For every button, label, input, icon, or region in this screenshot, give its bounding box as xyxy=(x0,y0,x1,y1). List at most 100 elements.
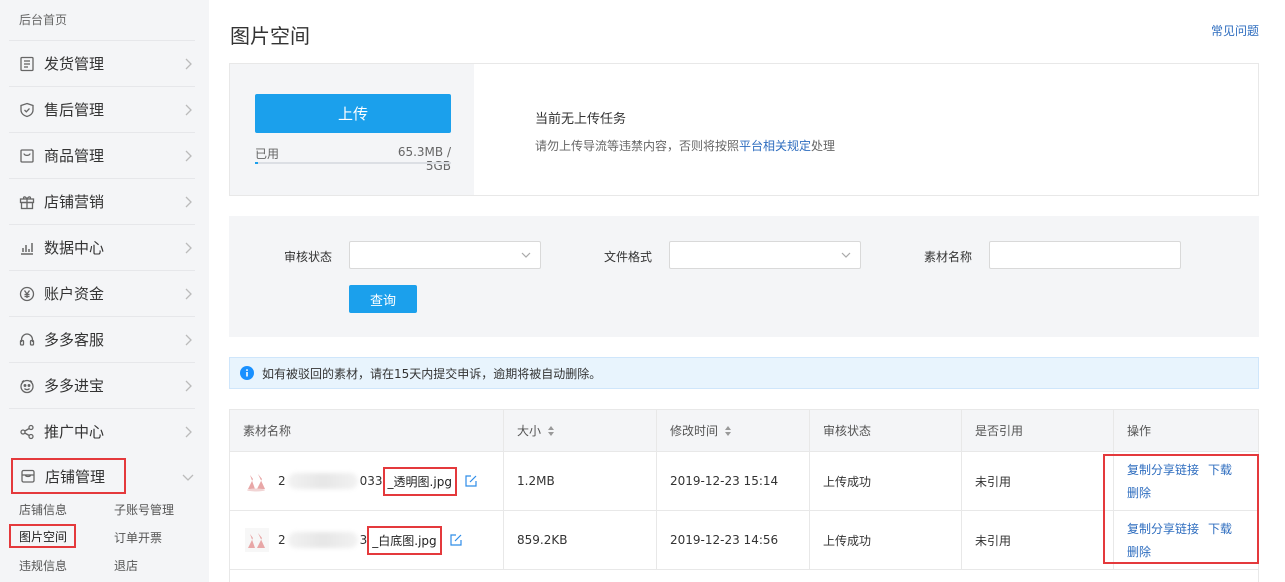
sidebar-item-label: 店铺营销 xyxy=(44,191,104,212)
used-value: 65.3MB / 5GB xyxy=(370,145,451,173)
sidebar-item-goods[interactable]: 商品管理 xyxy=(9,132,195,178)
material-name-label: 素材名称 xyxy=(924,248,972,265)
redacted-text xyxy=(288,473,358,489)
platform-rules-link[interactable]: 平台相关规定 xyxy=(739,139,811,153)
info-banner: 如有被驳回的素材，请在15天内提交申诉，逾期将被自动删除。 xyxy=(229,357,1259,389)
chevron-right-icon xyxy=(181,103,195,117)
chevron-down-icon xyxy=(841,250,851,260)
table-header: 素材名称 大小 修改时间 审核状态 是否引用 操作 xyxy=(229,409,1259,452)
upload-status: 当前无上传任务 xyxy=(535,108,626,127)
sidebar-item-duoduo-jinbao[interactable]: 多多进宝 xyxy=(9,362,195,408)
chevron-down-icon xyxy=(181,470,195,484)
material-name-input[interactable] xyxy=(989,241,1181,269)
notice-prefix: 请勿上传导流等违禁内容，否则将按照 xyxy=(535,139,739,153)
column-referenced: 是否引用 xyxy=(962,410,1114,451)
image-thumbnail[interactable] xyxy=(245,528,269,552)
gift-icon xyxy=(18,193,36,211)
cell-review-status: 上传成功 xyxy=(810,511,962,569)
column-modified-time[interactable]: 修改时间 xyxy=(657,410,810,451)
cell-name: 23_白底图.jpg xyxy=(230,511,504,569)
shield-icon xyxy=(18,101,36,119)
sidebar-item-label: 店铺管理 xyxy=(45,466,105,487)
page-title: 图片空间 xyxy=(230,20,310,49)
filter-panel: 审核状态 文件格式 素材名称 查询 xyxy=(229,216,1259,337)
share-icon xyxy=(18,423,36,441)
submenu-order-invoice[interactable]: 订单开票 xyxy=(114,529,162,546)
info-text: 如有被驳回的素材，请在15天内提交申诉，逾期将被自动删除。 xyxy=(262,365,601,382)
chevron-down-icon xyxy=(521,250,531,260)
yen-icon xyxy=(18,285,36,303)
cell-referenced: 未引用 xyxy=(962,452,1114,510)
info-icon xyxy=(240,366,254,380)
chevron-right-icon xyxy=(181,195,195,209)
chevron-right-icon xyxy=(181,287,195,301)
submenu-violations[interactable]: 违规信息 xyxy=(19,557,67,574)
sidebar-item-customer-service[interactable]: 多多客服 xyxy=(9,316,195,362)
review-status-label: 审核状态 xyxy=(284,248,332,265)
column-size[interactable]: 大小 xyxy=(504,410,657,451)
bar-chart-icon xyxy=(18,239,36,257)
chevron-right-icon xyxy=(181,241,195,255)
upload-button[interactable]: 上传 xyxy=(255,94,451,133)
sidebar-item-label: 商品管理 xyxy=(44,145,104,166)
table-row xyxy=(229,570,1259,582)
sort-icon[interactable] xyxy=(724,425,732,437)
app: 后台首页 发货管理 售后管理 商品管理 店铺营销 xyxy=(0,0,1285,582)
file-name-highlight: _透明图.jpg xyxy=(383,467,457,496)
sidebar-item-funds[interactable]: 账户资金 xyxy=(9,270,195,316)
faq-link[interactable]: 常见问题 xyxy=(1211,22,1259,39)
upload-panel: 上传 已用 65.3MB / 5GB 当前无上传任务 请勿上传导流等违禁内容，否… xyxy=(229,63,1259,196)
actions-highlight-box xyxy=(1103,454,1259,564)
cell-referenced: 未引用 xyxy=(962,511,1114,569)
sidebar-menu: 发货管理 售后管理 商品管理 店铺营销 数据中心 xyxy=(9,40,195,498)
submenu-store-info[interactable]: 店铺信息 xyxy=(19,501,67,518)
redacted-text xyxy=(288,532,358,548)
list-icon xyxy=(18,55,36,73)
review-status-select[interactable] xyxy=(349,241,541,269)
store-icon xyxy=(19,467,37,485)
submenu-close-store[interactable]: 退店 xyxy=(114,557,138,574)
sidebar-item-data-center[interactable]: 数据中心 xyxy=(9,224,195,270)
edit-icon[interactable] xyxy=(464,474,478,488)
upload-quota-area: 上传 已用 65.3MB / 5GB xyxy=(230,64,474,195)
cell-size: 859.2KB xyxy=(504,511,657,569)
chevron-right-icon xyxy=(181,333,195,347)
column-name: 素材名称 xyxy=(230,410,504,451)
cell-modified-time: 2019-12-23 14:56 xyxy=(657,511,810,569)
file-name: 23_白底图.jpg xyxy=(278,526,442,555)
notice-suffix: 处理 xyxy=(811,139,835,153)
storage-progress-fill xyxy=(255,162,258,164)
query-button[interactable]: 查询 xyxy=(349,285,417,313)
box-icon xyxy=(18,147,36,165)
file-name: 2033_透明图.jpg xyxy=(278,467,457,496)
chevron-right-icon xyxy=(181,379,195,393)
sidebar-item-label: 推广中心 xyxy=(44,421,104,442)
chevron-right-icon xyxy=(181,57,195,71)
sidebar-item-label: 数据中心 xyxy=(44,237,104,258)
sidebar-item-promotion[interactable]: 推广中心 xyxy=(9,408,195,454)
sidebar-item-label: 售后管理 xyxy=(44,99,104,120)
column-actions: 操作 xyxy=(1114,410,1258,451)
smile-icon xyxy=(18,377,36,395)
edit-icon[interactable] xyxy=(449,533,463,547)
cell-modified-time: 2019-12-23 15:14 xyxy=(657,452,810,510)
sidebar-item-aftersale[interactable]: 售后管理 xyxy=(9,86,195,132)
sidebar-home-link[interactable]: 后台首页 xyxy=(19,11,67,28)
chevron-right-icon xyxy=(181,149,195,163)
sidebar-item-label: 发货管理 xyxy=(44,53,104,74)
file-format-select[interactable] xyxy=(669,241,861,269)
cell-review-status: 上传成功 xyxy=(810,452,962,510)
headset-icon xyxy=(18,331,36,349)
sidebar-item-shipping[interactable]: 发货管理 xyxy=(9,40,195,86)
sort-icon[interactable] xyxy=(547,425,555,437)
sidebar-item-store-management[interactable]: 店铺管理 xyxy=(11,458,126,494)
sidebar-item-marketing[interactable]: 店铺营销 xyxy=(9,178,195,224)
sidebar-item-label: 多多客服 xyxy=(44,329,104,350)
sidebar: 后台首页 发货管理 售后管理 商品管理 店铺营销 xyxy=(0,0,209,582)
submenu-image-space[interactable]: 图片空间 xyxy=(9,524,76,548)
used-label: 已用 xyxy=(255,145,279,162)
submenu-sub-accounts[interactable]: 子账号管理 xyxy=(114,501,174,518)
storage-progress-bar xyxy=(255,162,451,164)
sidebar-item-label: 账户资金 xyxy=(44,283,104,304)
image-thumbnail[interactable] xyxy=(245,469,269,493)
